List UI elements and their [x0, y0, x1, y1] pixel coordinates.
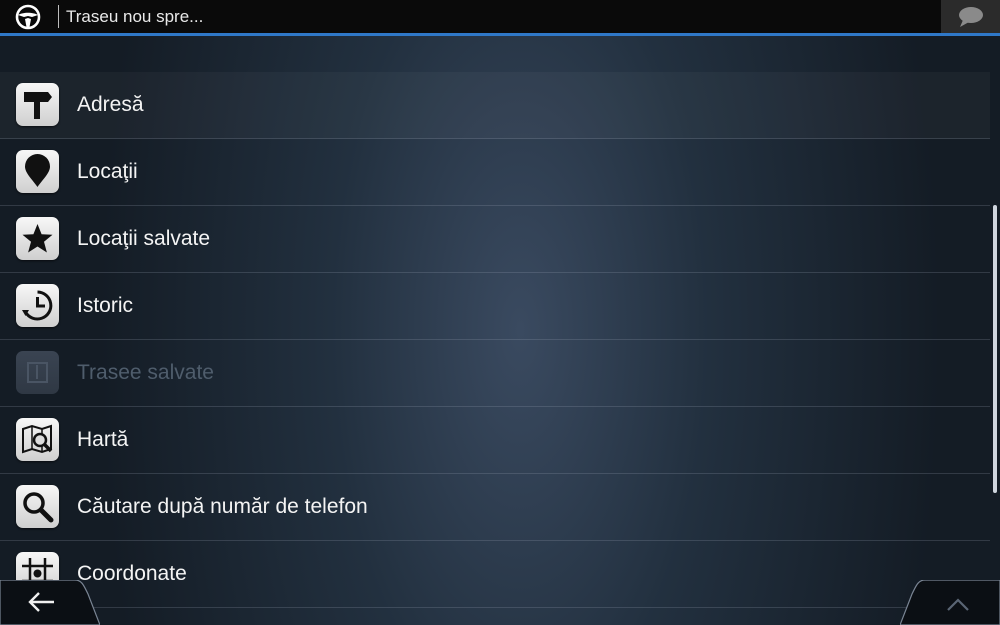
steering-wheel-icon[interactable]: [15, 4, 41, 30]
menu-item-label: Trasee salvate: [77, 361, 214, 384]
saved-route-icon: [16, 351, 59, 394]
menu-item-saved-locations[interactable]: Locaţii salvate: [0, 206, 990, 273]
route-options-list: Adresă Locaţii Locaţii salvate Istoric T…: [0, 72, 990, 608]
menu-item-label: Hartă: [77, 428, 129, 451]
scrollbar[interactable]: [993, 205, 997, 493]
back-button[interactable]: [0, 580, 100, 625]
menu-item-label: Istoric: [77, 294, 134, 317]
map-search-icon: [16, 418, 59, 461]
chat-button[interactable]: [941, 0, 1000, 33]
signpost-icon: [16, 83, 59, 126]
menu-item-history[interactable]: Istoric: [0, 273, 990, 340]
top-bar: Traseu nou spre...: [0, 0, 1000, 36]
menu-item-phone-search[interactable]: Căutare după număr de telefon: [0, 474, 990, 541]
menu-item-label: Locaţii: [77, 160, 138, 183]
speech-bubble-icon: [959, 7, 983, 27]
magnifier-icon: [16, 485, 59, 528]
header-separator: [58, 5, 59, 28]
menu-item-address[interactable]: Adresă: [0, 72, 990, 139]
destination-title[interactable]: Traseu nou spre...: [66, 6, 666, 28]
menu-item-map[interactable]: Hartă: [0, 407, 990, 474]
menu-item-label: Căutare după număr de telefon: [77, 495, 368, 518]
menu-item-coordinates[interactable]: Coordonate: [0, 541, 990, 608]
menu-item-saved-routes: Trasee salvate: [0, 340, 990, 407]
location-pin-icon: [16, 150, 59, 193]
menu-item-label: Locaţii salvate: [77, 227, 211, 250]
scroll-up-button[interactable]: [900, 580, 1000, 625]
menu-item-locations[interactable]: Locaţii: [0, 139, 990, 206]
menu-item-label: Adresă: [77, 93, 144, 116]
star-icon: [16, 217, 59, 260]
history-clock-icon: [16, 284, 59, 327]
